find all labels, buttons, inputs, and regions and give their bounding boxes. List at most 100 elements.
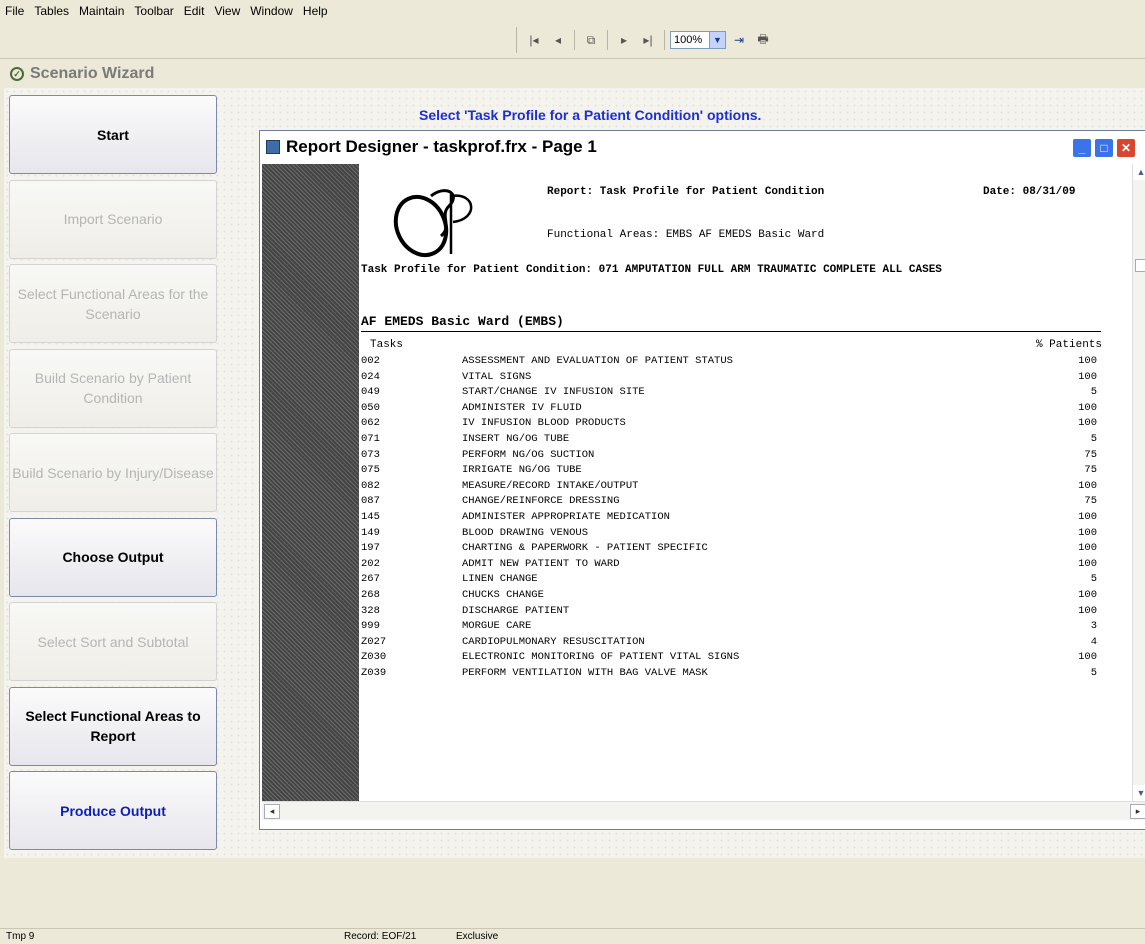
table-row: 062 IV INFUSION BLOOD PRODUCTS 100 — [359, 417, 1103, 433]
table-row: Z039 PERFORM VENTILATION WITH BAG VALVE M… — [359, 667, 1103, 683]
wizard-button-build-scenario-by-patient-condition[interactable]: Build Scenario by Patient Condition — [9, 348, 217, 428]
task-code: Z030 — [361, 651, 387, 664]
scroll-left-icon[interactable]: ◂ — [264, 804, 280, 819]
window-title: Report Designer - taskprof.frx - Page 1 — [286, 137, 597, 156]
table-row: 145 ADMINISTER APPROPRIATE MEDICATION 100 — [359, 511, 1103, 527]
task-code: 328 — [361, 604, 380, 617]
task-name: CARDIOPULMONARY RESUSCITATION — [462, 635, 645, 648]
navigation-group: |◂ ◂ ⧉ ▸ ▸| 100% ▼ ⇥ 🖶 — [516, 27, 774, 53]
next-page-icon[interactable]: ▸ — [613, 29, 635, 51]
wizard-button-choose-output[interactable]: Choose Output — [9, 517, 217, 597]
scroll-right-icon[interactable]: ▸ — [1130, 804, 1145, 819]
wizard-button-import-scenario[interactable]: Import Scenario — [9, 179, 217, 259]
task-code: 071 — [361, 432, 380, 445]
close-preview-icon[interactable]: ⇥ — [728, 29, 750, 51]
report-page: Report: Task Profile for Patient Conditi… — [359, 164, 1132, 801]
task-name: ADMINISTER APPROPRIATE MEDICATION — [462, 510, 670, 523]
patient-percent: 100 — [1078, 604, 1097, 617]
minimize-button[interactable]: _ — [1072, 138, 1092, 158]
task-name: ELECTRONIC MONITORING OF PATIENT VITAL S… — [462, 651, 740, 664]
table-row: 267 LINEN CHANGE 5 — [359, 573, 1103, 589]
esp-logo — [393, 189, 473, 258]
table-row: 999 MORGUE CARE 3 — [359, 620, 1103, 636]
task-code: 202 — [361, 557, 380, 570]
scroll-thumb[interactable] — [1135, 259, 1145, 272]
task-code: 002 — [361, 355, 380, 367]
table-row: 075 IRRIGATE NG/OG TUBE 75 — [359, 464, 1103, 480]
patient-percent: 5 — [1090, 432, 1097, 445]
task-name: PERFORM VENTILATION WITH BAG VALVE MASK — [462, 666, 708, 679]
table-row: 202 ADMIT NEW PATIENT TO WARD 100 — [359, 558, 1103, 574]
goto-page-icon[interactable]: ⧉ — [580, 29, 602, 51]
table-row: 082 MEASURE/RECORD INTAKE/OUTPUT 100 — [359, 480, 1103, 496]
task-code: Z039 — [361, 666, 387, 679]
status-bar: Tmp 9 Record: EOF/21 Exclusive — [0, 928, 1145, 944]
horizontal-scrollbar[interactable]: ◂ ▸ — [262, 801, 1145, 820]
toolbar-separator — [574, 30, 575, 50]
toolbar-separator — [607, 30, 608, 50]
menu-item-tables[interactable]: Tables — [29, 4, 74, 18]
scroll-down-icon[interactable]: ▼ — [1133, 785, 1145, 801]
task-name: START/CHANGE IV INFUSION SITE — [462, 386, 645, 399]
zoom-value: 100% — [674, 34, 703, 46]
first-page-icon[interactable]: |◂ — [523, 29, 545, 51]
tasks-column-header: Tasks — [370, 339, 404, 351]
menu-item-view[interactable]: View — [209, 4, 245, 18]
last-page-icon[interactable]: ▸| — [637, 29, 659, 51]
wizard-button-select-functional-areas-for-the-scenario[interactable]: Select Functional Areas for the Scenario — [9, 264, 217, 343]
menu-item-help[interactable]: Help — [298, 4, 333, 18]
previous-page-icon[interactable]: ◂ — [547, 29, 569, 51]
task-code: 267 — [361, 573, 380, 586]
table-row: 002 ASSESSMENT AND EVALUATION OF PATIENT … — [359, 355, 1103, 371]
vertical-scrollbar[interactable]: ▲ ▼ — [1132, 164, 1145, 801]
table-row: Z027 CARDIOPULMONARY RESUSCITATION 4 — [359, 636, 1103, 652]
wizard-title-text: Scenario Wizard — [30, 65, 155, 82]
task-name: LINEN CHANGE — [462, 573, 538, 586]
task-code: 999 — [361, 620, 380, 633]
patient-percent: 75 — [1084, 448, 1097, 461]
patient-percent: 100 — [1078, 557, 1097, 570]
menu-item-file[interactable]: File — [0, 4, 29, 18]
patient-percent: 4 — [1090, 635, 1097, 648]
patient-percent: 5 — [1090, 573, 1097, 586]
wizard-button-select-sort-and-subtotal[interactable]: Select Sort and Subtotal — [9, 602, 217, 681]
patient-percent: 100 — [1078, 401, 1097, 414]
task-code: 149 — [361, 526, 380, 539]
task-code: 050 — [361, 401, 380, 414]
maximize-button[interactable]: □ — [1094, 138, 1114, 158]
task-name: ADMINISTER IV FLUID — [462, 401, 582, 414]
scroll-up-icon[interactable]: ▲ — [1133, 164, 1145, 180]
table-row: 087 CHANGE/REINFORCE DRESSING 75 — [359, 495, 1103, 511]
wizard-button-produce-output[interactable]: Produce Output — [9, 771, 217, 850]
print-icon[interactable]: 🖶 — [752, 29, 774, 51]
wizard-button-select-functional-areas-to-report[interactable]: Select Functional Areas to Report — [9, 686, 217, 766]
window-titlebar[interactable]: Report Designer - taskprof.frx - Page 1 — [260, 131, 1145, 163]
functional-areas-label: Functional Areas: EMBS AF EMEDS Basic Wa… — [547, 229, 825, 241]
task-code: Z027 — [361, 635, 387, 648]
task-name: ADMIT NEW PATIENT TO WARD — [462, 557, 620, 570]
chevron-down-icon[interactable]: ▼ — [709, 32, 725, 48]
task-code: 073 — [361, 448, 380, 461]
task-code: 049 — [361, 386, 380, 399]
close-button[interactable]: ✕ — [1116, 138, 1136, 158]
task-name: DISCHARGE PATIENT — [462, 604, 570, 617]
menu-item-window[interactable]: Window — [245, 4, 298, 18]
wizard-button-build-scenario-by-injury-disease[interactable]: Build Scenario by Injury/Disease — [9, 433, 217, 512]
status-mode: Exclusive — [456, 931, 499, 942]
table-row: 149 BLOOD DRAWING VENOUS 100 — [359, 527, 1103, 543]
task-name: CHANGE/REINFORCE DRESSING — [462, 495, 620, 508]
wizard-main-area: Start Import Scenario Select Functional Ar… — [4, 88, 1145, 858]
menu-item-maintain[interactable]: Maintain — [74, 4, 129, 18]
menu-item-edit[interactable]: Edit — [179, 4, 210, 18]
task-name: MORGUE CARE — [462, 620, 532, 633]
patient-percent: 5 — [1090, 386, 1097, 399]
patient-percent: 3 — [1090, 620, 1097, 633]
zoom-select[interactable]: 100% ▼ — [670, 31, 726, 49]
task-code: 024 — [361, 370, 380, 383]
menu-item-toolbar[interactable]: Toolbar — [129, 4, 178, 18]
report-label: Report: Task Profile for Patient Conditi… — [547, 186, 825, 198]
task-table: 002 ASSESSMENT AND EVALUATION OF PATIENT … — [359, 355, 1103, 682]
report-designer-window: Report Designer - taskprof.frx - Page 1 … — [259, 130, 1145, 830]
section-heading: AF EMEDS Basic Ward (EMBS) — [361, 314, 1101, 332]
wizard-button-start[interactable]: Start — [9, 95, 217, 174]
